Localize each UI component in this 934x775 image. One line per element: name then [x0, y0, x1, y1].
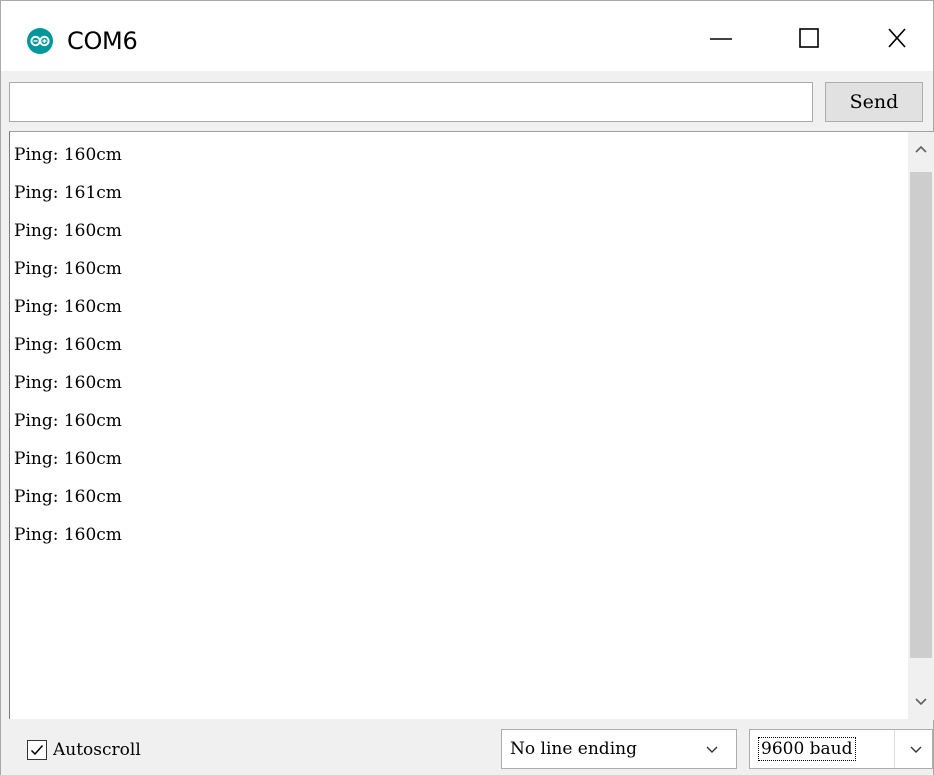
minimize-icon: [710, 38, 732, 40]
output-line: Ping: 160cm: [14, 411, 122, 431]
output-line: Ping: 160cm: [14, 221, 122, 241]
baud-rate-select[interactable]: 9600 baud: [749, 729, 933, 769]
title-bar[interactable]: COM6: [1, 1, 933, 71]
output-line: Ping: 160cm: [14, 259, 122, 279]
serial-monitor-window: COM6 Send Ping: 160cm Ping: 161cm Ping: …: [0, 0, 934, 775]
close-icon: [888, 28, 906, 48]
autoscroll-label: Autoscroll: [53, 740, 141, 760]
output-line: Ping: 160cm: [14, 487, 122, 507]
baud-rate-value: 9600 baud: [758, 737, 856, 761]
output-line: Ping: 160cm: [14, 525, 122, 545]
chevron-down-icon: [706, 746, 718, 753]
output-line: Ping: 160cm: [14, 335, 122, 355]
output-line: Ping: 160cm: [14, 449, 122, 469]
autoscroll-checkbox[interactable]: [27, 740, 47, 760]
scroll-up-button[interactable]: [908, 132, 934, 168]
chevron-down-icon: [910, 746, 922, 753]
line-ending-select[interactable]: No line ending: [501, 729, 737, 769]
scroll-down-button[interactable]: [908, 684, 934, 720]
output-line: Ping: 160cm: [14, 373, 122, 393]
send-button[interactable]: Send: [825, 82, 923, 122]
vertical-scrollbar[interactable]: [908, 132, 934, 720]
minimize-button[interactable]: [691, 1, 751, 71]
output-line: Ping: 161cm: [14, 183, 122, 203]
arduino-logo-icon: [27, 28, 53, 54]
chevron-down-icon: [915, 698, 927, 706]
autoscroll-toggle[interactable]: Autoscroll: [27, 739, 141, 761]
scroll-thumb[interactable]: [910, 172, 932, 658]
output-line: Ping: 160cm: [14, 145, 122, 165]
output-line: Ping: 160cm: [14, 297, 122, 317]
maximize-icon: [799, 28, 819, 48]
serial-input-field[interactable]: [9, 82, 813, 122]
close-button[interactable]: [867, 1, 927, 71]
maximize-button[interactable]: [779, 1, 839, 71]
chevron-up-icon: [915, 145, 927, 153]
line-ending-value: No line ending: [510, 739, 637, 759]
output-lines: Ping: 160cm Ping: 161cm Ping: 160cm Ping…: [14, 142, 122, 560]
select-divider: [894, 730, 895, 768]
serial-output-area[interactable]: Ping: 160cm Ping: 161cm Ping: 160cm Ping…: [9, 131, 934, 720]
checkmark-icon: [30, 745, 44, 756]
footer-bar: Autoscroll No line ending 9600 baud: [1, 719, 933, 775]
window-title: COM6: [67, 27, 138, 55]
